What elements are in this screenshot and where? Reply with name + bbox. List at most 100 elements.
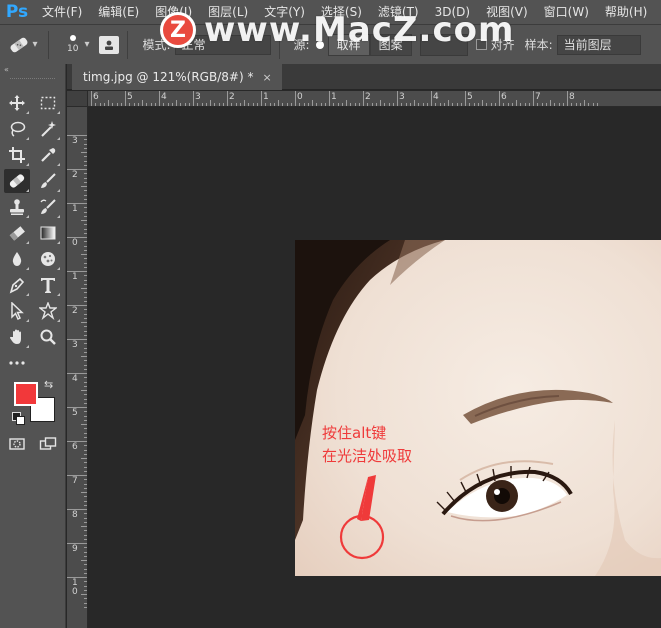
close-icon[interactable]: × <box>262 71 271 84</box>
custom-shape-tool[interactable] <box>35 299 61 323</box>
path-selection-tool[interactable] <box>4 299 30 323</box>
ruler-tick <box>537 103 539 106</box>
ruler-tick <box>84 415 87 417</box>
swap-colors-icon[interactable]: ⇆ <box>44 378 53 391</box>
menu-view[interactable]: 视图(V) <box>478 0 536 24</box>
document-canvas[interactable]: 按住alt键 在光洁处吸取 <box>88 107 661 628</box>
menu-3d[interactable]: 3D(D) <box>427 0 478 24</box>
ruler-tick <box>337 103 339 106</box>
brush-size-value: 10 <box>67 44 79 54</box>
ruler-tick <box>84 143 87 145</box>
arrow-pointer-icon <box>11 302 24 320</box>
horizontal-ruler[interactable]: 6 5 4 3 2 1 0 1 2 3 4 5 6 7 8 <box>88 91 661 107</box>
ruler-tick <box>84 470 87 472</box>
ruler-tick <box>282 103 284 106</box>
pen-tool[interactable] <box>4 273 30 297</box>
ruler-tick <box>84 309 87 311</box>
ruler-tick <box>380 100 381 106</box>
ruler-tick <box>324 103 326 106</box>
zoom-tool[interactable] <box>35 325 61 349</box>
chevron-down-icon[interactable]: ▾ <box>84 39 89 50</box>
ruler-tick <box>167 103 169 106</box>
aligned-checkbox[interactable] <box>475 39 487 50</box>
document-tab-bar: timg.jpg @ 121%(RGB/8#) * × <box>67 64 661 90</box>
magic-wand-tool[interactable] <box>35 117 61 141</box>
menu-type[interactable]: 文字(Y) <box>256 0 313 24</box>
ruler-origin[interactable] <box>67 91 88 107</box>
menu-file[interactable]: 文件(F) <box>34 0 90 24</box>
lasso-tool[interactable] <box>4 117 30 141</box>
ruler-tick <box>84 262 87 264</box>
ruler-tick <box>103 103 105 106</box>
brush-tool[interactable] <box>35 169 61 193</box>
default-colors-icon[interactable] <box>12 412 25 425</box>
source-radio[interactable] <box>315 40 324 49</box>
ruler-tick <box>84 317 87 319</box>
panel-grip[interactable] <box>10 78 55 82</box>
clone-stamp-tool[interactable] <box>4 195 30 219</box>
ruler-tick <box>137 103 139 106</box>
menu-window[interactable]: 窗口(W) <box>536 0 597 24</box>
eraser-tool[interactable] <box>4 221 30 245</box>
custom-shape-icon <box>39 302 57 320</box>
document-tab[interactable]: timg.jpg @ 121%(RGB/8#) * × <box>72 64 282 90</box>
ruler-tick <box>84 394 87 396</box>
ruler-tick <box>414 100 415 106</box>
ruler-tick <box>84 564 87 566</box>
ruler-tick <box>84 326 87 328</box>
ruler-tick <box>142 100 143 106</box>
ruler-tick <box>81 526 87 527</box>
ruler-tick <box>520 103 522 106</box>
blur-tool[interactable] <box>4 247 30 271</box>
quick-mask-button[interactable] <box>4 432 30 456</box>
eyedropper-tool[interactable] <box>35 143 61 167</box>
ruler-tick <box>84 538 87 540</box>
brush-size-picker[interactable]: 10 <box>67 35 78 54</box>
menu-image[interactable]: 图像(I) <box>147 0 200 24</box>
crop-tool[interactable] <box>4 143 30 167</box>
ruler-tick <box>81 254 87 255</box>
ruler-tick <box>375 103 377 106</box>
ruler-tick <box>84 517 87 519</box>
menu-layer[interactable]: 图层(L) <box>200 0 256 24</box>
vertical-ruler[interactable]: 321012345678910 <box>67 107 88 628</box>
collapse-icon[interactable]: « <box>4 65 9 74</box>
sponge-tool[interactable] <box>35 247 61 271</box>
clone-source-panel-button[interactable] <box>99 35 120 54</box>
pattern-picker[interactable] <box>419 33 468 56</box>
history-brush-tool[interactable] <box>35 195 61 219</box>
edit-toolbar-button[interactable] <box>4 351 30 375</box>
ruler-tick <box>346 100 347 106</box>
crop-icon <box>9 147 25 163</box>
source-sample-button[interactable]: 取样 <box>327 33 370 56</box>
ruler-tick <box>286 103 288 106</box>
spot-healing-brush-tool[interactable] <box>4 169 30 193</box>
ruler-tick <box>108 100 109 106</box>
sample-select[interactable]: 当前图层 <box>556 34 641 55</box>
menu-help[interactable]: 帮助(H) <box>597 0 655 24</box>
type-tool[interactable] <box>35 273 61 297</box>
menu-filter[interactable]: 滤镜(T) <box>370 0 427 24</box>
foreground-color-swatch[interactable] <box>14 382 38 406</box>
ruler-tick <box>84 606 87 608</box>
ruler-tick <box>67 339 87 340</box>
menu-select[interactable]: 选择(S) <box>313 0 370 24</box>
ruler-tick <box>265 103 267 106</box>
source-pattern-button[interactable]: 图案 <box>369 33 412 56</box>
gradient-tool[interactable] <box>35 221 61 245</box>
ruler-tick <box>290 103 292 106</box>
move-tool[interactable] <box>4 91 30 115</box>
ruler-tick <box>239 103 241 106</box>
marquee-tool[interactable] <box>35 91 61 115</box>
ruler-tick <box>333 103 335 106</box>
mode-select[interactable]: 正常 <box>174 34 271 55</box>
ruler-tick <box>84 487 87 489</box>
ruler-tick <box>456 103 458 106</box>
ruler-tick <box>176 100 177 106</box>
menu-edit[interactable]: 编辑(E) <box>90 0 147 24</box>
hand-tool[interactable] <box>4 325 30 349</box>
ruler-tick <box>84 419 87 421</box>
tool-preset-picker[interactable]: ▾ <box>6 31 40 59</box>
screen-mode-button[interactable] <box>35 432 61 456</box>
ruler-tick <box>511 103 513 106</box>
